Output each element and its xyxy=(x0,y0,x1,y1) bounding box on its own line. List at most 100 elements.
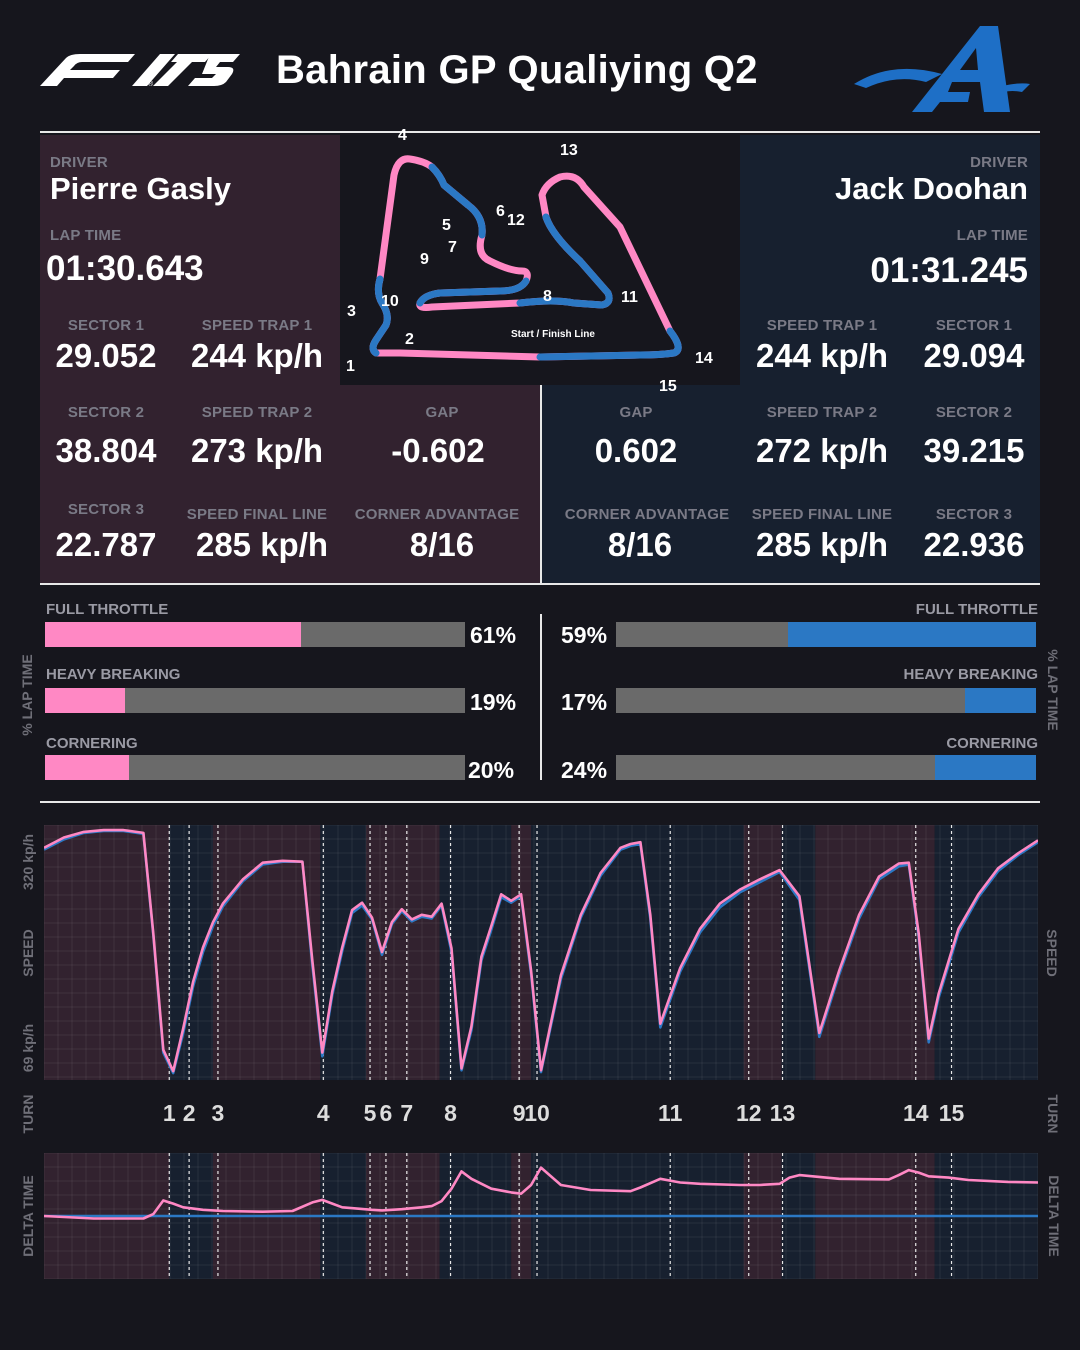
map-turn-10: 10 xyxy=(381,293,399,310)
speed-min-label: 69 kp/h xyxy=(20,1023,36,1073)
turn-label-13: 13 xyxy=(769,1100,796,1126)
map-turn-4: 4 xyxy=(398,127,407,144)
speed-axis-label-left: SPEED xyxy=(20,929,36,977)
turn-label-3: 3 xyxy=(211,1100,225,1126)
gasly-speed-final: 285 kp/h xyxy=(195,526,329,563)
track-map xyxy=(340,135,740,385)
turn-axis-label-right: TURN xyxy=(1045,1094,1061,1134)
left-bar-fill-1 xyxy=(45,688,125,713)
gasly-corner-adv-label: CORNER ADVANTAGE xyxy=(354,506,520,523)
turn-label-11: 11 xyxy=(658,1100,683,1126)
gasly-cornering-pct: 20% xyxy=(468,757,515,783)
map-turn-5: 5 xyxy=(442,217,451,234)
page-title: Bahrain GP Qualiying Q2 xyxy=(276,48,758,92)
gasly-sector3: 22.787 xyxy=(55,526,157,563)
map-turn-12: 12 xyxy=(507,212,525,229)
speed-band-8 xyxy=(743,825,782,1080)
doohan-speed-trap2: 272 kp/h xyxy=(755,432,889,469)
delta-axis-label-right: DELTA TIME xyxy=(1046,1175,1062,1257)
turn-label-2: 2 xyxy=(182,1100,196,1126)
doohan-braking-pct: 17% xyxy=(561,689,608,715)
doohan-sector3-label: SECTOR 3 xyxy=(935,506,1013,523)
doohan-lap-time: 01:31.245 xyxy=(870,251,1028,290)
gasly-driver-label: DRIVER xyxy=(50,154,108,171)
doohan-sector3: 22.936 xyxy=(923,526,1025,563)
map-turn-15: 15 xyxy=(659,378,677,395)
doohan-speed-final-label: SPEED FINAL LINE xyxy=(751,506,893,523)
alpine-logo-icon xyxy=(852,22,1032,118)
doohan-throttle-bar xyxy=(616,622,1036,647)
doohan-sector1-label: SECTOR 1 xyxy=(935,317,1013,334)
gasly-sector2-label: SECTOR 2 xyxy=(67,404,145,421)
turn-label-12: 12 xyxy=(735,1100,762,1126)
turn-label-7: 7 xyxy=(400,1100,414,1126)
doohan-sector2-label: SECTOR 2 xyxy=(935,404,1013,421)
speed-max-label: 320 kp/h xyxy=(20,833,36,891)
delta-axis-label-left: DELTA TIME xyxy=(20,1175,36,1257)
turn-label-1: 1 xyxy=(162,1100,176,1126)
right-bar-fill-0 xyxy=(788,622,1036,647)
turn-axis-label-left: TURN xyxy=(20,1094,36,1134)
gasly-corner-adv: 8/16 xyxy=(409,526,475,563)
speed-band-10 xyxy=(815,825,935,1080)
map-turn-1: 1 xyxy=(346,358,355,375)
speed-band-0 xyxy=(44,825,170,1080)
bars-divider xyxy=(540,614,542,780)
gasly-gap: -0.602 xyxy=(391,432,485,469)
gasly-throttle-label: FULL THROTTLE xyxy=(46,601,169,618)
speed-band-7 xyxy=(531,825,744,1080)
gasly-speed-trap1: 244 kp/h xyxy=(190,337,324,374)
speed-band-1 xyxy=(169,825,213,1080)
doohan-gap-label: GAP xyxy=(619,404,653,421)
f1-75-logo: ® xyxy=(40,52,240,88)
doohan-lap-time-label: LAP TIME xyxy=(956,227,1028,244)
turn-label-5: 5 xyxy=(363,1100,377,1126)
gasly-lap-time: 01:30.643 xyxy=(46,249,204,288)
speed-band-9 xyxy=(781,825,816,1080)
doohan-cornering-pct: 24% xyxy=(561,757,608,783)
gasly-sector1: 29.052 xyxy=(55,337,157,374)
panel-divider xyxy=(540,385,542,583)
top-divider xyxy=(40,131,1040,133)
gasly-gap-label: GAP xyxy=(425,404,459,421)
map-turn-2: 2 xyxy=(405,331,414,348)
right-bar-fill-1 xyxy=(964,688,1036,713)
doohan-cornering-label: CORNERING xyxy=(946,735,1038,752)
gasly-name: Pierre Gasly xyxy=(50,171,231,206)
doohan-speed-final: 285 kp/h xyxy=(755,526,889,563)
delta-chart xyxy=(44,1153,1038,1279)
doohan-gap: 0.602 xyxy=(594,432,678,469)
speed-band-4 xyxy=(366,825,440,1080)
gasly-braking-bar xyxy=(45,688,465,713)
gasly-sector3-label: SECTOR 3 xyxy=(67,501,145,518)
gasly-cornering-bar xyxy=(45,755,465,780)
start-finish-label: Start / Finish Line xyxy=(511,329,595,340)
doohan-braking-bar xyxy=(616,688,1036,713)
speed-axis-label-right: SPEED xyxy=(1044,929,1060,977)
gasly-speed-trap2: 273 kp/h xyxy=(190,432,324,469)
turn-label-14: 14 xyxy=(902,1100,929,1126)
right-bar-fill-2 xyxy=(935,755,1036,780)
panels-bottom-divider xyxy=(40,583,1040,585)
turn-label-4: 4 xyxy=(316,1100,330,1126)
speed-chart xyxy=(44,825,1038,1080)
gasly-sector2: 38.804 xyxy=(55,432,157,469)
bars-bottom-divider xyxy=(40,801,1040,803)
map-turn-6: 6 xyxy=(496,203,505,220)
gasly-cornering-label: CORNERING xyxy=(46,735,138,752)
map-turn-8: 8 xyxy=(543,288,552,305)
turn-label-6: 6 xyxy=(379,1100,393,1126)
map-turn-3: 3 xyxy=(347,303,356,320)
gasly-throttle-bar xyxy=(45,622,465,647)
doohan-throttle-label: FULL THROTTLE xyxy=(915,601,1038,618)
turn-label-15: 15 xyxy=(938,1100,965,1126)
doohan-throttle-pct: 59% xyxy=(561,622,608,648)
left-bar-fill-0 xyxy=(45,622,302,647)
gasly-speed-trap1-label: SPEED TRAP 1 xyxy=(201,317,313,334)
doohan-cornering-bar xyxy=(616,755,1036,780)
map-turn-7: 7 xyxy=(448,239,457,256)
map-turn-13: 13 xyxy=(560,142,578,159)
doohan-sector2: 39.215 xyxy=(923,432,1025,469)
turn-label-8: 8 xyxy=(444,1100,457,1126)
left-bar-fill-2 xyxy=(45,755,129,780)
